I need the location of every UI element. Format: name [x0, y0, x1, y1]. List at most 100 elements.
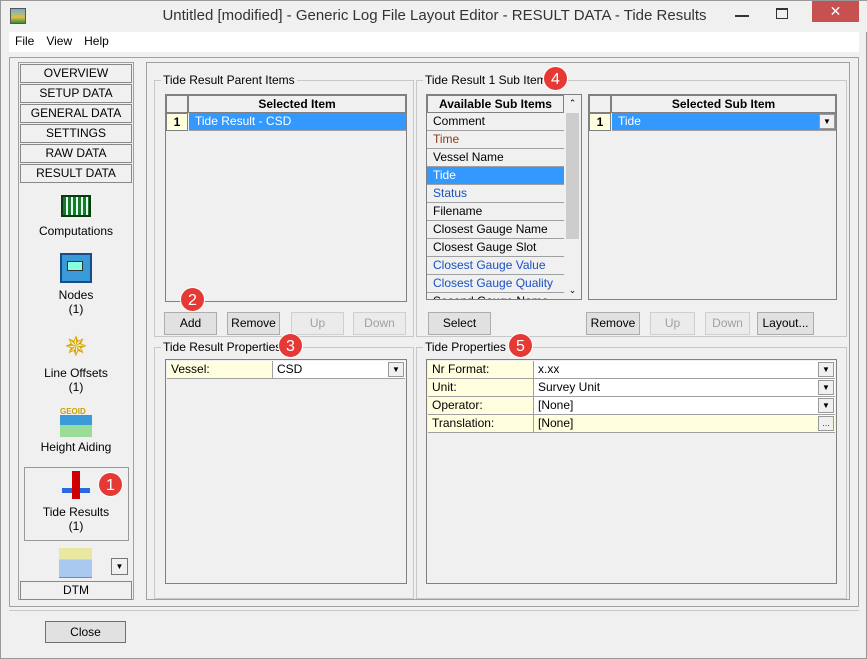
up-sub-button[interactable]: Up — [650, 312, 695, 335]
available-sub-item[interactable]: Closest Gauge Slot — [427, 239, 564, 257]
property-label: Nr Format: — [428, 361, 534, 378]
row-number: 1 — [166, 113, 188, 131]
chevron-down-icon[interactable]: ▼ — [819, 114, 835, 129]
property-row[interactable]: Unit: Survey Unit ▼ — [428, 379, 835, 397]
available-sub-item[interactable]: Vessel Name — [427, 149, 564, 167]
property-row-vessel[interactable]: Vessel: CSD ▼ — [167, 361, 405, 379]
select-button[interactable]: Select — [428, 312, 491, 335]
nav-dtm[interactable]: DTM — [20, 581, 132, 600]
selected-sub-item-value: Tide — [618, 114, 641, 128]
nav-overview[interactable]: OVERVIEW — [20, 64, 132, 83]
nav-item-count: (1) — [68, 302, 84, 316]
nav-item-label: Tide Results — [42, 505, 110, 519]
badge-2: 2 — [180, 287, 205, 312]
geoid-icon: GEOID — [60, 407, 92, 437]
grid-corner — [589, 95, 611, 113]
nav-result-data[interactable]: RESULT DATA — [20, 164, 132, 183]
property-label: Translation: — [428, 415, 534, 432]
minimize-button[interactable] — [735, 15, 749, 17]
divider — [9, 610, 859, 611]
chevron-down-icon[interactable]: ▼ — [818, 398, 834, 413]
parent-item-row[interactable]: Tide Result - CSD — [189, 113, 406, 131]
badge-3: 3 — [278, 333, 303, 358]
property-row[interactable]: Nr Format: x.xx ▼ — [428, 361, 835, 379]
group-title: Tide Result Parent Items — [161, 73, 297, 87]
selected-sub-items-grid: Selected Sub Item 1 Tide ▼ — [588, 94, 837, 300]
property-value[interactable]: [None] — [534, 415, 573, 432]
available-sub-item[interactable]: Time — [427, 131, 564, 149]
selected-item-header: Selected Item — [188, 95, 406, 113]
property-label: Operator: — [428, 397, 534, 414]
tide-gauge-icon — [62, 471, 90, 499]
nav-item-line-offsets[interactable]: ✵ Line Offsets (1) — [20, 331, 132, 395]
nav-general-data[interactable]: GENERAL DATA — [20, 104, 132, 123]
badge-1: 1 — [98, 472, 123, 497]
available-sub-item[interactable]: Comment — [427, 113, 564, 131]
sidebar-scroll-down-button[interactable]: ▼ — [111, 558, 128, 575]
scroll-up-icon[interactable]: ⌃ — [564, 95, 581, 112]
badge-5: 5 — [508, 333, 533, 358]
up-parent-button[interactable]: Up — [291, 312, 344, 335]
remove-sub-button[interactable]: Remove — [586, 312, 640, 335]
nav-item-label: Line Offsets — [44, 366, 108, 380]
available-sub-item[interactable]: Status — [427, 185, 564, 203]
available-sub-item[interactable]: Closest Gauge Quality — [427, 275, 564, 293]
dtm-icon — [59, 548, 92, 578]
property-value[interactable]: x.xx — [534, 361, 559, 378]
scroll-thumb[interactable] — [566, 113, 579, 239]
calculator-icon — [61, 195, 91, 217]
nav-item-height-aiding[interactable]: GEOID Height Aiding — [20, 407, 132, 454]
chevron-down-icon[interactable]: ▼ — [388, 362, 404, 377]
nav-setup-data[interactable]: SETUP DATA — [20, 84, 132, 103]
group-title: Tide Result Properties — [161, 340, 284, 354]
nodes-icon — [60, 253, 92, 283]
available-header: Available Sub Items — [427, 95, 564, 113]
close-button[interactable]: Close — [45, 621, 126, 643]
nav-item-count: (1) — [68, 380, 84, 394]
parent-items-grid: Selected Item 1 Tide Result - CSD — [165, 94, 407, 302]
nav-raw-data[interactable]: RAW DATA — [20, 144, 132, 163]
title-bar: Untitled [modified] - Generic Log File L… — [1, 1, 867, 32]
selected-sub-item-row[interactable]: Tide ▼ — [612, 113, 836, 131]
nav-settings[interactable]: SETTINGS — [20, 124, 132, 143]
available-sub-item[interactable]: Second Gauge Name — [427, 293, 564, 299]
close-window-button[interactable]: ✕ — [812, 1, 859, 22]
available-sub-item[interactable]: Closest Gauge Value — [427, 257, 564, 275]
available-sub-item[interactable]: Tide — [427, 167, 564, 185]
ellipsis-button[interactable]: … — [818, 416, 834, 431]
remove-parent-button[interactable]: Remove — [227, 312, 280, 335]
line-offsets-icon: ✵ — [64, 331, 88, 362]
chevron-down-icon[interactable]: ▼ — [818, 362, 834, 377]
property-row[interactable]: Operator: [None] ▼ — [428, 397, 835, 415]
chevron-down-icon[interactable]: ▼ — [818, 380, 834, 395]
app-icon — [10, 8, 26, 24]
available-sub-item[interactable]: Filename — [427, 203, 564, 221]
menu-bar: File View Help — [9, 32, 859, 52]
menu-help[interactable]: Help — [78, 32, 115, 50]
maximize-button[interactable] — [776, 8, 788, 19]
nav-item-label: Height Aiding — [40, 440, 112, 454]
property-value[interactable]: [None] — [534, 397, 573, 414]
badge-4: 4 — [543, 66, 568, 91]
property-label: Vessel: — [167, 361, 273, 378]
property-row[interactable]: Translation: [None] … — [428, 415, 835, 433]
property-value[interactable]: Survey Unit — [534, 379, 600, 396]
scroll-down-icon[interactable]: ⌄ — [564, 282, 581, 299]
scrollbar[interactable]: ⌃ ⌄ — [564, 95, 581, 299]
result-properties-grid: Vessel: CSD ▼ — [165, 359, 407, 584]
group-title: Tide Properties — [423, 340, 508, 354]
menu-file[interactable]: File — [9, 32, 40, 50]
nav-item-computations[interactable]: Computations — [20, 195, 132, 238]
down-sub-button[interactable]: Down — [705, 312, 750, 335]
selected-sub-item-header: Selected Sub Item — [611, 95, 836, 113]
layout-button[interactable]: Layout... — [757, 312, 814, 335]
down-parent-button[interactable]: Down — [353, 312, 406, 335]
available-sub-items-list: Available Sub Items Comment Time Vessel Na… — [426, 94, 582, 300]
add-button[interactable]: Add — [164, 312, 217, 335]
nav-item-nodes[interactable]: Nodes (1) — [20, 253, 132, 316]
nav-item-count: (1) — [68, 519, 84, 533]
property-value[interactable]: CSD — [273, 361, 302, 378]
available-sub-item[interactable]: Closest Gauge Name — [427, 221, 564, 239]
nav-item-label: Nodes — [58, 288, 94, 302]
menu-view[interactable]: View — [40, 32, 78, 50]
